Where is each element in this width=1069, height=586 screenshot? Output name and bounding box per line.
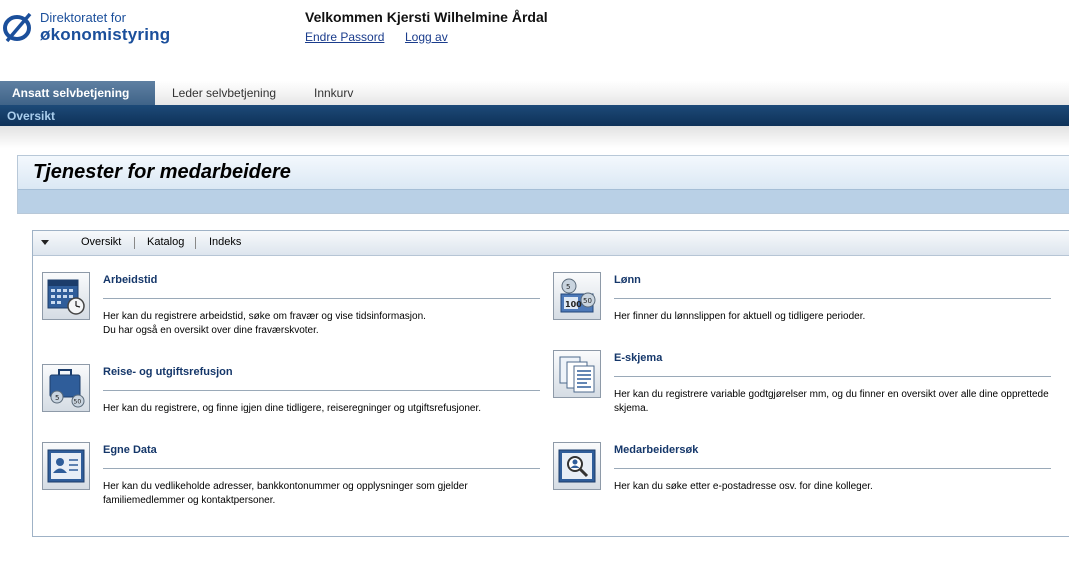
service-description-line1: Her kan du registrere variable godtgjøre… [614,389,1049,414]
service-title-arbeidstid[interactable]: Arbeidstid [103,274,157,286]
service-description-line1: Her kan du søke etter e-postadresse osv.… [614,481,873,492]
calendar-clock-icon[interactable] [42,272,90,320]
logo-text-line1: Direktoratet for [40,10,126,25]
logo-text-line2: økonomistyring [40,25,171,44]
dfo-logo: Direktoratet for økonomistyring [2,6,182,46]
service-divider [103,468,540,469]
svg-text:100: 100 [565,300,582,309]
forms-icon[interactable] [553,350,601,398]
view-toolbar: Oversikt Katalog Indeks [33,231,1069,256]
svg-text:50: 50 [583,297,592,305]
service-divider [103,390,540,391]
service-description-line1: Her kan du registrere arbeidstid, søke o… [103,311,426,322]
welcome-text: Velkommen Kjersti Wilhelmine Årdal [305,9,548,25]
service-description-line2: Du har også en oversikt over dine fravær… [103,325,319,336]
services-panel: Oversikt Katalog Indeks Arbeidstid Her k… [32,230,1069,537]
service-description-line1: Her finner du lønnslippen for aktuell og… [614,311,866,322]
service-description: Her kan du søke etter e-postadresse osv.… [614,480,1051,494]
service-title-egne-data[interactable]: Egne Data [103,444,157,456]
service-lonn: 100 5 50 Lønn Her finner du lønnslippen … [553,272,1053,347]
sub-navigation: Oversikt [0,105,1069,126]
page-title: Tjenester for medarbeidere [33,161,291,183]
service-description: Her kan du registrere variable godtgjøre… [614,388,1051,416]
service-divider [103,298,540,299]
toolbar-indeks[interactable]: Indeks [209,236,241,248]
toolbar-divider [134,237,135,249]
toolbar-divider [195,237,196,249]
title-bar: Tjenester for medarbeidere [18,156,1069,189]
tab-leder-selvbetjening[interactable]: Leder selvbetjening [172,81,276,105]
change-password-link[interactable]: Endre Passord [305,30,384,44]
service-reise-og-utgiftsrefusjon: 5 50 Reise- og utgiftsrefusjon Her kan d… [42,364,542,439]
service-arbeidstid: Arbeidstid Her kan du registrere arbeids… [42,272,542,347]
service-description: Her finner du lønnslippen for aktuell og… [614,310,1051,324]
subnav-oversikt[interactable]: Oversikt [7,105,55,127]
service-divider [614,298,1051,299]
service-egne-data: Egne Data Her kan du vedlikeholde adress… [42,442,542,517]
dfo-logo-icon [3,12,32,43]
top-navigation: Ansatt selvbetjening Leder selvbetjening… [0,81,1069,105]
service-title-reise[interactable]: Reise- og utgiftsrefusjon [103,366,233,378]
service-description: Her kan du vedlikeholde adresser, bankko… [103,480,540,508]
toolbar-oversikt[interactable]: Oversikt [81,236,121,248]
logout-link[interactable]: Logg av [405,30,448,44]
svg-text:50: 50 [74,399,82,406]
service-title-medarbeidersok[interactable]: Medarbeidersøk [614,444,698,456]
service-description-line1: Her kan du vedlikeholde adresser, bankko… [103,481,468,506]
service-medarbeidersok: Medarbeidersøk Her kan du søke etter e-p… [553,442,1053,517]
title-subbar [18,189,1069,213]
tab-ansatt-selvbetjening[interactable]: Ansatt selvbetjening [0,81,155,105]
service-e-skjema: E-skjema Her kan du registrere variable … [553,350,1053,425]
collapse-arrow-icon[interactable] [41,240,49,245]
money-icon[interactable]: 100 5 50 [553,272,601,320]
service-description: Her kan du registrere, og finne igjen di… [103,402,540,416]
toolbar-katalog[interactable]: Katalog [147,236,184,248]
svg-text:5: 5 [55,394,59,402]
nav-shadow [0,126,1069,148]
service-title-lonn[interactable]: Lønn [614,274,641,286]
tab-innkurv[interactable]: Innkurv [314,81,353,105]
service-description-line1: Her kan du registrere, og finne igjen di… [103,403,481,414]
page-title-panel: Tjenester for medarbeidere [17,155,1069,214]
id-card-icon[interactable] [42,442,90,490]
person-search-icon[interactable] [553,442,601,490]
service-description: Her kan du registrere arbeidstid, søke o… [103,310,540,338]
service-divider [614,376,1051,377]
service-divider [614,468,1051,469]
suitcase-coins-icon[interactable]: 5 50 [42,364,90,412]
service-title-e-skjema[interactable]: E-skjema [614,352,662,364]
svg-text:5: 5 [566,283,570,291]
